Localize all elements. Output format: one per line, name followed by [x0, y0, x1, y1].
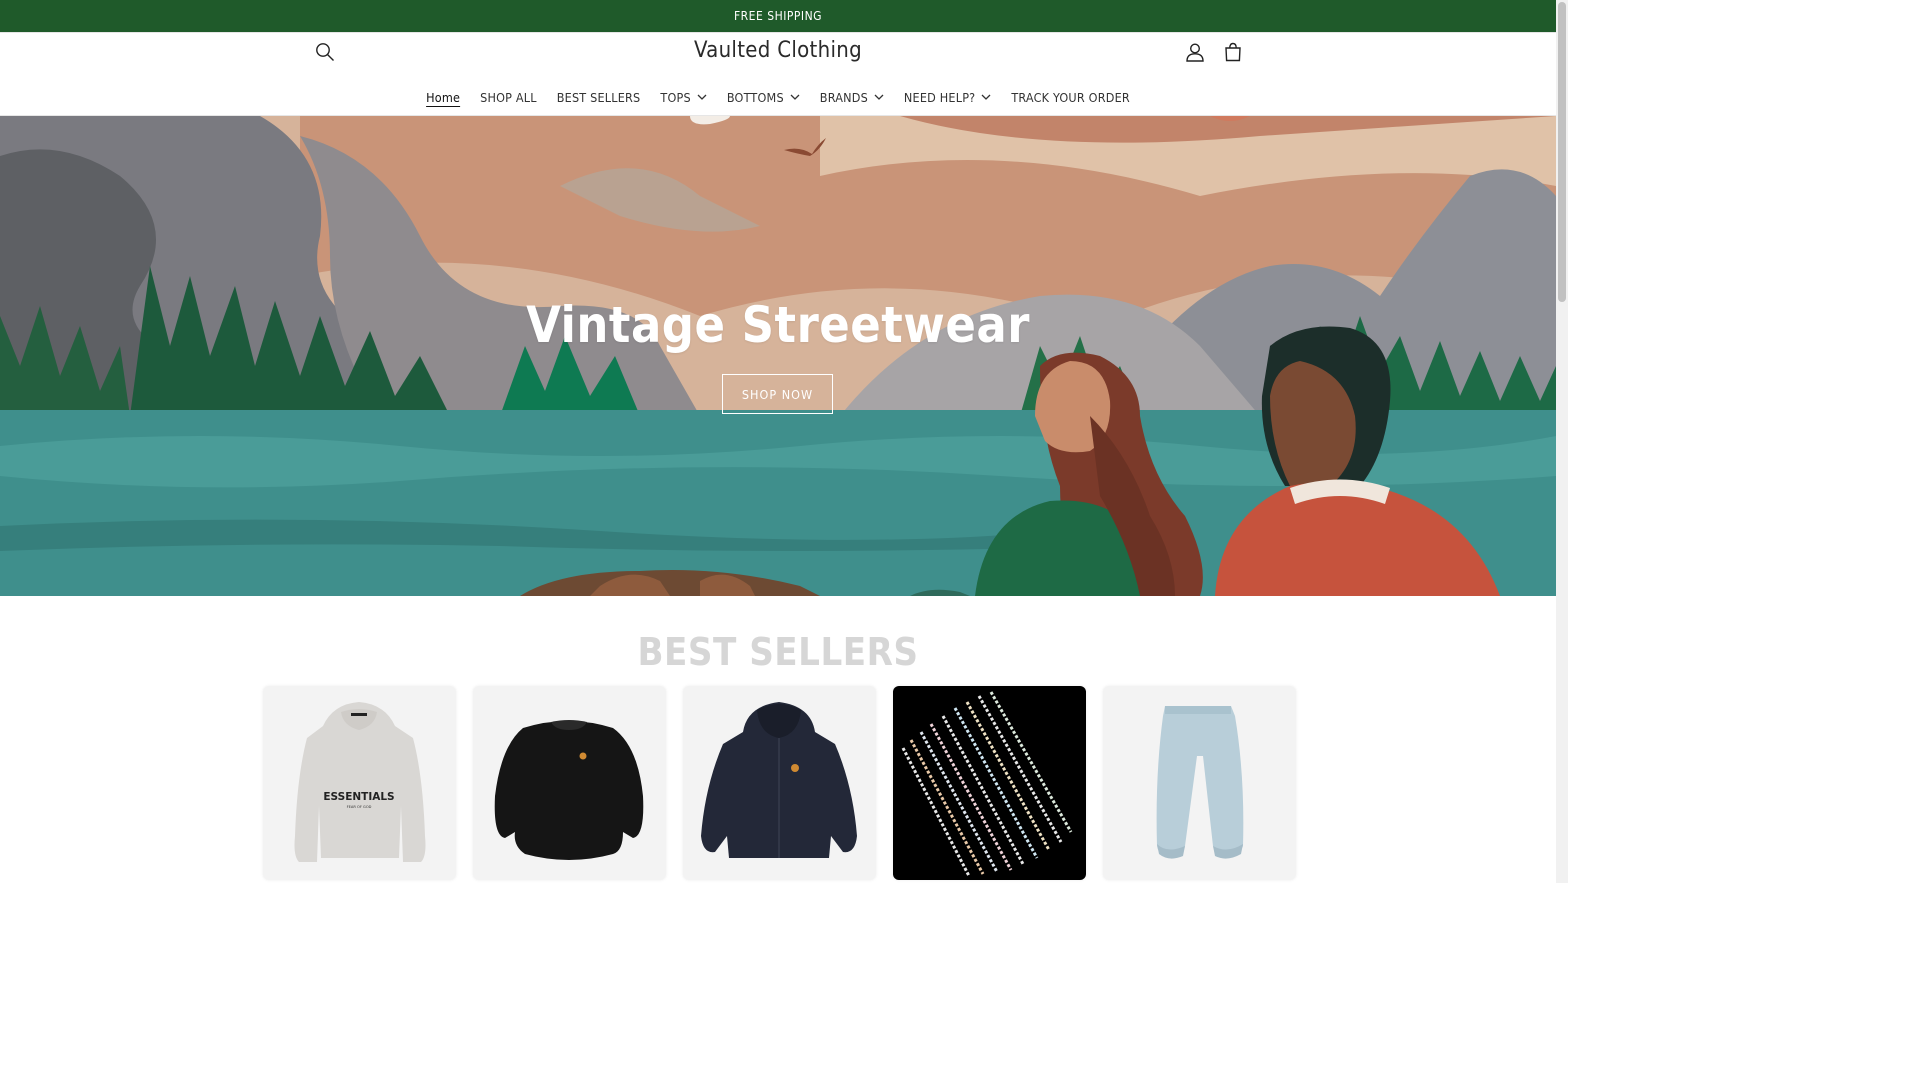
product-grid: ESSENTIALS FEAR OF GOD: [263, 686, 1296, 880]
hero-title: Vintage Streetwear: [526, 296, 1030, 354]
page-scrollbar[interactable]: [1556, 0, 1568, 883]
main-navigation: Home SHOP ALL BEST SELLERS TOPS BOTTOMS …: [0, 85, 1556, 109]
chevron-down-icon: [697, 94, 707, 100]
nav-item-track-order[interactable]: TRACK YOUR ORDER: [1001, 85, 1140, 109]
nav-item-need-help[interactable]: NEED HELP?: [894, 85, 1001, 109]
hoodie-image: ESSENTIALS FEAR OF GOD: [294, 702, 426, 862]
hoodie-print-text: ESSENTIALS: [323, 791, 394, 803]
product-card-black-crewneck[interactable]: [473, 686, 666, 880]
announcement-bar: FREE SHIPPING: [0, 0, 1556, 33]
scrollbar-thumb[interactable]: [1558, 2, 1566, 302]
product-card-essentials-hoodie[interactable]: ESSENTIALS FEAR OF GOD: [263, 686, 456, 880]
nav-label: BRANDS: [819, 89, 868, 105]
zip-hoodie-image: [701, 702, 857, 858]
sweatpants-image: [1156, 706, 1244, 859]
nav-label: BEST SELLERS: [556, 89, 641, 105]
nav-label: TRACK YOUR ORDER: [1011, 89, 1130, 105]
hero-banner: Vintage Streetwear SHOP NOW: [0, 116, 1556, 596]
nav-label: SHOP ALL: [480, 89, 537, 105]
bracelets-image: [901, 691, 1073, 877]
chevron-down-icon: [981, 94, 991, 100]
nav-item-bottoms[interactable]: BOTTOMS: [717, 85, 810, 109]
hoodie-subprint-text: FEAR OF GOD: [347, 805, 372, 809]
nav-item-shop-all[interactable]: SHOP ALL: [470, 85, 547, 109]
product-card-tennis-bracelets[interactable]: [893, 686, 1086, 880]
site-header: Vaulted Clothing Home SHOP ALL BEST SELL…: [0, 33, 1556, 116]
account-icon[interactable]: [1177, 34, 1213, 70]
chevron-down-icon: [790, 94, 800, 100]
nav-item-brands[interactable]: BRANDS: [810, 85, 894, 109]
best-sellers-title: BEST SELLERS: [637, 630, 919, 674]
product-card-navy-zip-hoodie[interactable]: [683, 686, 876, 880]
nav-label: BOTTOMS: [726, 89, 784, 105]
nav-item-best-sellers[interactable]: BEST SELLERS: [547, 85, 651, 109]
store-logo[interactable]: Vaulted Clothing: [0, 38, 1556, 63]
nav-item-tops[interactable]: TOPS: [650, 85, 716, 109]
nav-item-home[interactable]: Home: [416, 85, 470, 109]
nav-label: Home: [426, 89, 461, 105]
announcement-text: FREE SHIPPING: [733, 9, 823, 23]
page: FREE SHIPPING Vaulted Clothing Home SHOP…: [0, 0, 1556, 883]
shop-now-button[interactable]: SHOP NOW: [722, 374, 833, 414]
hero-illustration: [0, 116, 1556, 596]
nav-label: NEED HELP?: [903, 89, 976, 105]
cart-icon[interactable]: [1215, 34, 1251, 70]
nav-label: TOPS: [660, 89, 691, 105]
crewneck-image: [494, 720, 644, 860]
chevron-down-icon: [874, 94, 884, 100]
product-card-light-blue-sweatpants[interactable]: [1103, 686, 1296, 880]
